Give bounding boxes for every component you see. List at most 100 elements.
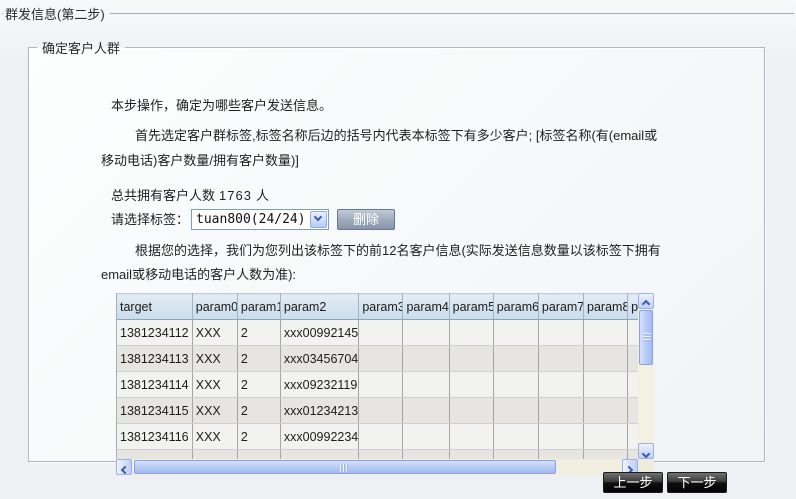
- table-cell: [449, 320, 493, 346]
- total-customers-label: 总共拥有客户人数: [111, 188, 215, 203]
- table-cell: [628, 450, 638, 460]
- table-cell: [359, 346, 403, 372]
- total-customers-count: 1763: [215, 188, 256, 203]
- table-cell: [359, 424, 403, 450]
- previous-step-button[interactable]: 上一步: [603, 472, 663, 493]
- table-cell: XXX: [192, 320, 237, 346]
- horizontal-scrollbar[interactable]: [116, 459, 638, 475]
- table-cell: [584, 398, 628, 424]
- table-cell: [538, 372, 583, 398]
- table-row[interactable]: 1381234114XXX2xxx09232119: [117, 372, 638, 398]
- tag-select[interactable]: tuan800(24/24): [191, 209, 329, 230]
- table-cell: xxx09232119: [280, 372, 358, 398]
- table-cell: [449, 398, 493, 424]
- table-cell: [584, 372, 628, 398]
- customer-table: targetparam0param1param2param3param4para…: [117, 293, 638, 459]
- list-note-text: 根据您的选择，我们为您列出该标签下的前12名客户信息(实际发送信息数量以该标签下…: [101, 239, 663, 287]
- table-cell: [628, 424, 638, 450]
- intro-text: 本步操作，确定为哪些客户发送信息。: [111, 93, 671, 118]
- table-row[interactable]: 1381234116XXX2xxx00992234: [117, 424, 638, 450]
- table-cell: xxx01234213: [280, 398, 358, 424]
- table-cell: [493, 320, 538, 346]
- table-cell: [359, 320, 403, 346]
- inner-section-legend: 确定客户人群: [37, 38, 125, 57]
- table-cell: [493, 372, 538, 398]
- table-cell: [493, 424, 538, 450]
- vertical-scroll-thumb[interactable]: [639, 310, 653, 365]
- table-cell: [403, 320, 449, 346]
- column-header-param8: param8: [584, 294, 628, 320]
- table-cell: [584, 450, 628, 460]
- column-header-param2: param2: [280, 294, 358, 320]
- table-cell: [359, 372, 403, 398]
- total-customers-line: 总共拥有客户人数1763人: [111, 183, 269, 208]
- chevron-down-icon[interactable]: [310, 211, 327, 228]
- table-cell: [192, 450, 237, 460]
- table-cell: [449, 372, 493, 398]
- table-cell: [493, 346, 538, 372]
- table-cell: [493, 398, 538, 424]
- table-cell: [449, 424, 493, 450]
- total-customers-unit: 人: [256, 188, 269, 203]
- table-cell: [359, 450, 403, 460]
- column-header-param1: param1: [237, 294, 280, 320]
- table-header-row: targetparam0param1param2param3param4para…: [117, 294, 638, 320]
- table-cell: [538, 320, 583, 346]
- scroll-up-icon[interactable]: [638, 293, 654, 309]
- instructions-text: 首先选定客户群标签,标签名称后边的括号内代表本标签下有多少客户; [标签名称(有…: [101, 123, 663, 173]
- table-cell: [628, 372, 638, 398]
- tag-select-value: tuan800(24/24): [192, 210, 328, 227]
- table-cell: [237, 450, 280, 460]
- table-cell: 2: [237, 372, 280, 398]
- table-cell: xxx00992145: [280, 320, 358, 346]
- table-cell: 2: [237, 320, 280, 346]
- column-header-param4: param4: [403, 294, 449, 320]
- table-cell: xxx03456704: [280, 346, 358, 372]
- delete-tag-button[interactable]: 删除: [337, 209, 395, 230]
- table-cell: 2: [237, 398, 280, 424]
- table-cell: 1381234113: [117, 346, 192, 372]
- table-cell: [117, 450, 192, 460]
- table-cell: XXX: [192, 398, 237, 424]
- table-cell: [628, 320, 638, 346]
- next-step-button[interactable]: 下一步: [667, 472, 727, 493]
- table-cell: 2: [237, 346, 280, 372]
- table-cell: xxx00992234: [280, 424, 358, 450]
- scroll-left-icon[interactable]: [116, 459, 132, 475]
- table-cell: [584, 320, 628, 346]
- table-cell: [538, 346, 583, 372]
- table-cell: 1381234112: [117, 320, 192, 346]
- table-cell: [403, 346, 449, 372]
- column-header-p: p: [628, 294, 638, 320]
- table-row-partial[interactable]: [117, 450, 638, 460]
- column-header-target: target: [117, 294, 192, 320]
- table-cell: [359, 398, 403, 424]
- table-cell: 1381234116: [117, 424, 192, 450]
- column-header-param0: param0: [192, 294, 237, 320]
- table-row[interactable]: 1381234112XXX2xxx00992145: [117, 320, 638, 346]
- table-cell: [584, 346, 628, 372]
- tag-select-label: 请选择标签：: [111, 209, 189, 230]
- scroll-down-icon[interactable]: [638, 443, 654, 459]
- table-row[interactable]: 1381234115XXX2xxx01234213: [117, 398, 638, 424]
- table-cell: [449, 346, 493, 372]
- page: 群发信息(第二步) 确定客户人群 本步操作，确定为哪些客户发送信息。 首先选定客…: [0, 0, 796, 499]
- table-cell: [538, 424, 583, 450]
- column-header-param5: param5: [449, 294, 493, 320]
- vertical-scrollbar[interactable]: [638, 293, 654, 459]
- table-cell: [449, 450, 493, 460]
- column-header-param7: param7: [538, 294, 583, 320]
- table-cell: 1381234115: [117, 398, 192, 424]
- column-header-param3: param3: [359, 294, 403, 320]
- table-row[interactable]: 1381234113XXX2xxx03456704: [117, 346, 638, 372]
- horizontal-scroll-thumb[interactable]: [134, 460, 556, 474]
- table-cell: [403, 424, 449, 450]
- table-cell: [403, 372, 449, 398]
- table-cell: [584, 424, 628, 450]
- table-cell: [403, 450, 449, 460]
- table-cell: [280, 450, 358, 460]
- table-cell: XXX: [192, 424, 237, 450]
- table-cell: [628, 398, 638, 424]
- table-cell: 2: [237, 424, 280, 450]
- outer-section-legend: 群发信息(第二步): [3, 4, 110, 23]
